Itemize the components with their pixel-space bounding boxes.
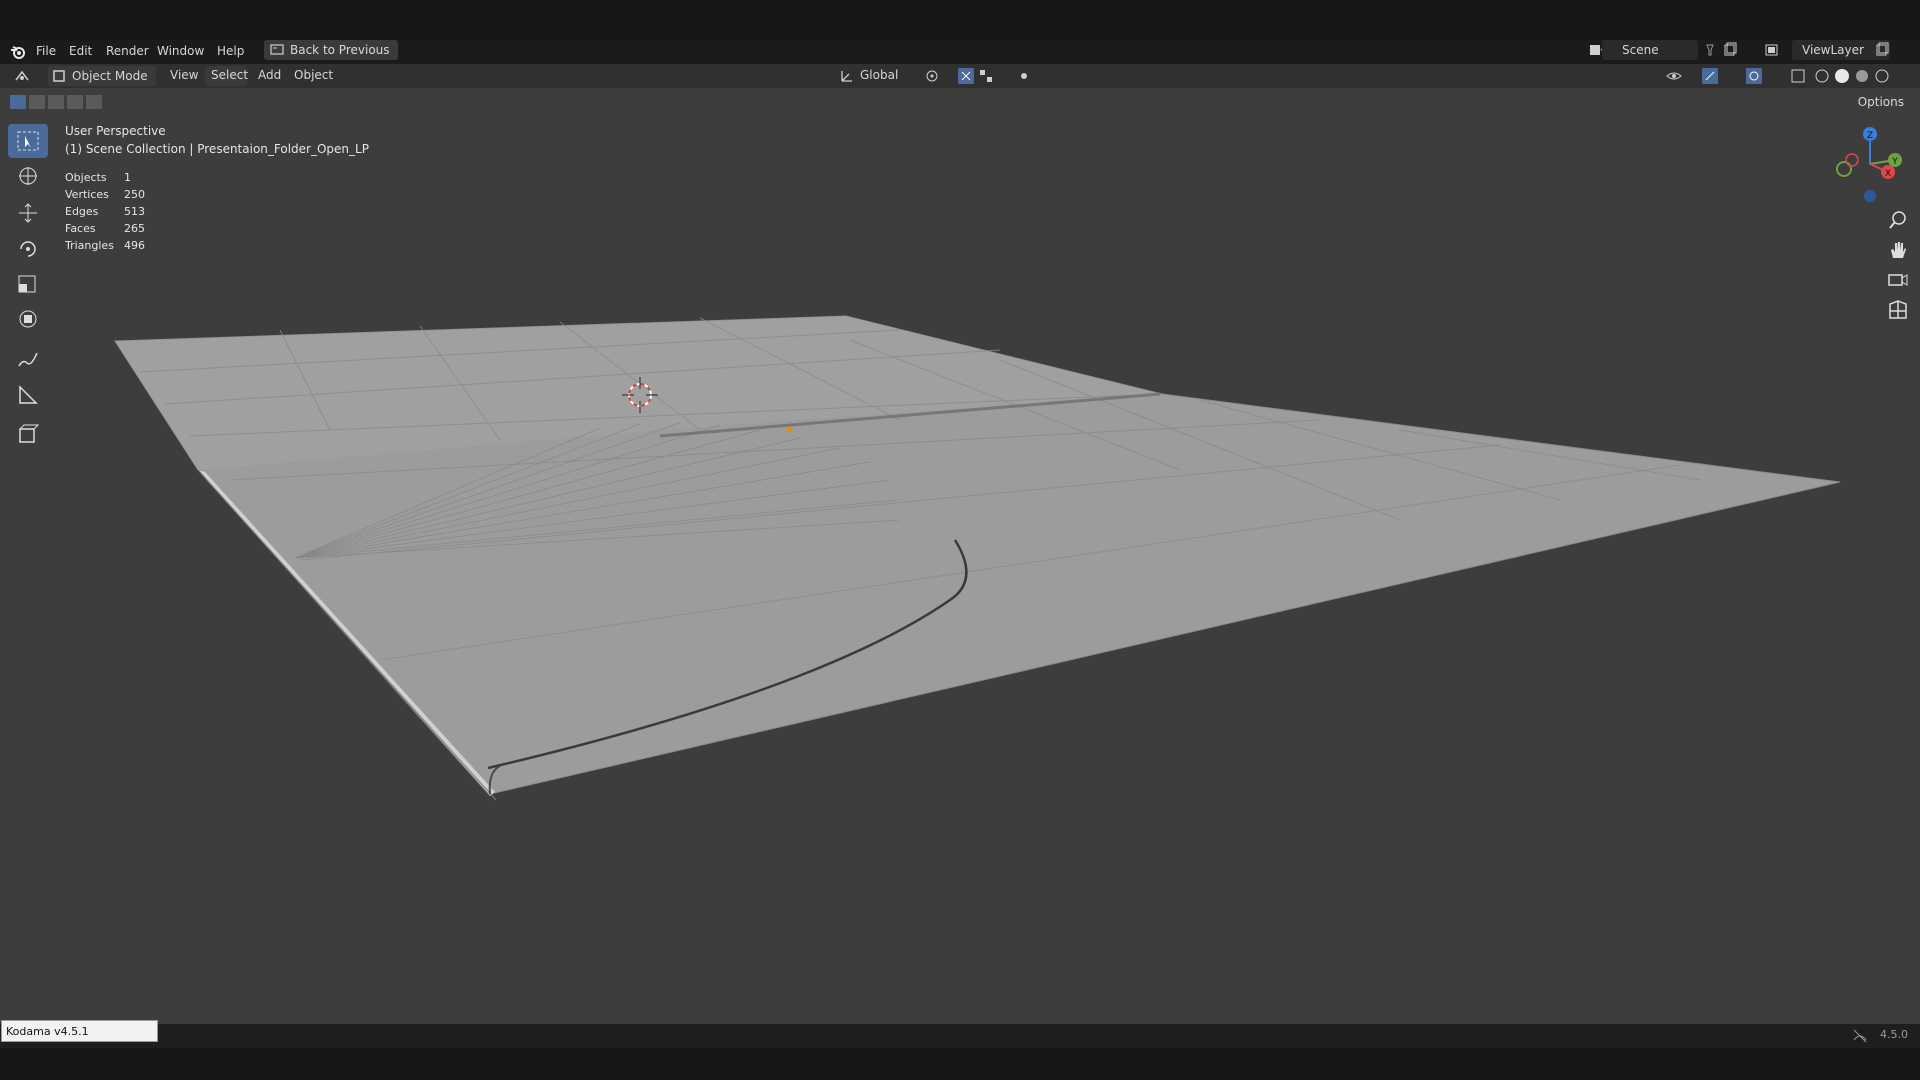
bottom-margin bbox=[0, 1048, 1920, 1080]
gizmo-x-label: X bbox=[1885, 169, 1891, 179]
navigation-gizmo[interactable]: Z Y X bbox=[1830, 124, 1906, 204]
solid-shading-icon[interactable] bbox=[1834, 68, 1850, 84]
gizmo-y-label: Y bbox=[1891, 157, 1898, 167]
status-bar bbox=[0, 1024, 1920, 1048]
editor-type-icon[interactable] bbox=[14, 68, 30, 84]
menu-view[interactable]: View bbox=[170, 68, 198, 82]
blender-logo-icon[interactable] bbox=[10, 44, 26, 60]
tool-measure[interactable] bbox=[8, 378, 48, 412]
tool-cursor[interactable] bbox=[8, 159, 48, 193]
version-label: 4.5.0 bbox=[1880, 1028, 1908, 1041]
object-mode-icon bbox=[53, 70, 65, 82]
stats-edges-value: 513 bbox=[124, 205, 145, 218]
object-mode-dropdown[interactable]: Object Mode bbox=[48, 66, 156, 86]
menu-object[interactable]: Object bbox=[294, 68, 333, 82]
menu-edit[interactable]: Edit bbox=[69, 44, 92, 58]
transform-icon bbox=[19, 310, 37, 328]
transform-orientation-dropdown[interactable]: Global bbox=[836, 66, 910, 86]
tool-select-box[interactable] bbox=[8, 124, 48, 158]
object-origin bbox=[786, 426, 792, 432]
annotate-icon bbox=[18, 352, 38, 367]
screen-icon bbox=[270, 44, 284, 55]
tool-annotate[interactable] bbox=[8, 342, 48, 376]
tool-move[interactable] bbox=[8, 196, 48, 230]
scale-icon bbox=[18, 275, 36, 293]
rendered-shading-icon[interactable] bbox=[1874, 68, 1890, 84]
stats-vertices-label: Vertices bbox=[65, 188, 109, 201]
menu-render[interactable]: Render bbox=[106, 44, 149, 58]
view-layer-name: ViewLayer bbox=[1802, 43, 1864, 57]
cursor-icon bbox=[19, 167, 37, 185]
collection-label: (1) Scene Collection | Presentaion_Folde… bbox=[65, 142, 369, 156]
new-view-layer-icon[interactable] bbox=[1874, 42, 1890, 58]
stats-objects-value: 1 bbox=[124, 171, 131, 184]
gizmo-neg-z[interactable] bbox=[1864, 190, 1876, 202]
options-dropdown[interactable]: Options bbox=[1850, 92, 1912, 112]
material-shading-icon[interactable] bbox=[1854, 68, 1870, 84]
stats-triangles-value: 496 bbox=[124, 239, 145, 252]
view-layer-icon[interactable] bbox=[1764, 42, 1780, 58]
gizmo-z-label: Z bbox=[1867, 131, 1873, 141]
proportional-edit-icon[interactable] bbox=[1016, 68, 1032, 84]
menu-add[interactable]: Add bbox=[258, 68, 281, 82]
gizmo-neg-y[interactable] bbox=[1836, 161, 1852, 177]
menu-help[interactable]: Help bbox=[217, 44, 244, 58]
pin-icon[interactable] bbox=[1702, 42, 1718, 58]
stats-triangles-label: Triangles bbox=[65, 239, 114, 252]
mesh-render bbox=[114, 315, 1841, 801]
object-mode-label: Object Mode bbox=[72, 69, 148, 83]
menu-file[interactable]: File bbox=[36, 44, 56, 58]
tool-transform[interactable] bbox=[8, 302, 48, 336]
scene-field[interactable]: Scene bbox=[1602, 40, 1698, 60]
snap-icon[interactable] bbox=[958, 68, 974, 84]
stats-objects-label: Objects bbox=[65, 171, 107, 184]
stats-edges-label: Edges bbox=[65, 205, 99, 218]
menu-select[interactable]: Select bbox=[211, 68, 248, 82]
selection-mode-icons[interactable] bbox=[10, 94, 104, 110]
tool-scale[interactable] bbox=[8, 267, 48, 301]
tool-add-cube[interactable] bbox=[8, 417, 48, 451]
menu-window[interactable]: Window bbox=[157, 44, 204, 58]
measure-icon bbox=[19, 385, 38, 404]
stats-vertices-value: 250 bbox=[124, 188, 145, 201]
perspective-label: User Perspective bbox=[65, 124, 166, 138]
gizmo-neg-x[interactable] bbox=[1845, 153, 1859, 167]
visibility-icon[interactable] bbox=[1666, 68, 1682, 84]
pan-hand-icon[interactable] bbox=[1886, 238, 1910, 262]
wireframe-shading-icon[interactable] bbox=[1814, 68, 1830, 84]
scene-name: Scene bbox=[1622, 43, 1659, 57]
ortho-grid-icon[interactable] bbox=[1886, 298, 1910, 322]
overlays-icon[interactable] bbox=[1746, 68, 1762, 84]
rotate-icon bbox=[20, 241, 36, 257]
orientation-label: Global bbox=[860, 68, 899, 82]
kodama-addon-label[interactable]: Kodama v4.5.1 bbox=[1, 1020, 158, 1042]
pivot-icon[interactable] bbox=[924, 68, 940, 84]
stats-faces-value: 265 bbox=[124, 222, 145, 235]
camera-view-icon[interactable] bbox=[1886, 268, 1910, 292]
tool-rotate[interactable] bbox=[8, 232, 48, 266]
snap-target-icon[interactable] bbox=[978, 68, 994, 84]
select-box-icon bbox=[17, 131, 39, 151]
add-cube-icon bbox=[19, 424, 39, 443]
move-icon bbox=[19, 203, 37, 223]
zoom-icon[interactable] bbox=[1886, 208, 1910, 232]
xray-icon[interactable] bbox=[1790, 68, 1806, 84]
stats-faces-label: Faces bbox=[65, 222, 96, 235]
orientation-icon bbox=[841, 71, 852, 82]
network-off-icon bbox=[1853, 1029, 1867, 1043]
gizmo-toggle-icon[interactable] bbox=[1702, 68, 1718, 84]
3d-viewport[interactable] bbox=[0, 64, 1920, 1024]
back-to-previous-label: Back to Previous bbox=[290, 43, 390, 57]
new-scene-icon[interactable] bbox=[1722, 42, 1738, 58]
back-to-previous-button[interactable]: Back to Previous bbox=[264, 40, 398, 60]
